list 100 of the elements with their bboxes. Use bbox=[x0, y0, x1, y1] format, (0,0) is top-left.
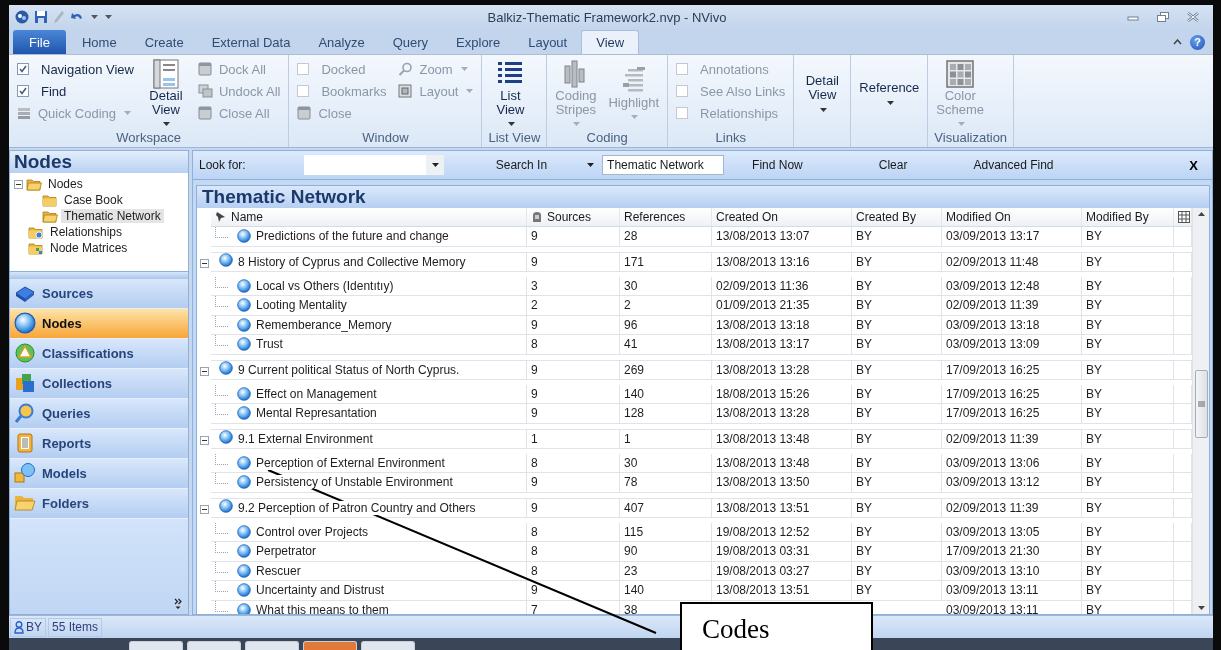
search-in-field[interactable]: Thematic Network bbox=[602, 155, 725, 175]
collapse-icon[interactable] bbox=[200, 504, 209, 514]
collapse-ribbon-icon[interactable] bbox=[1173, 39, 1182, 45]
node-icon bbox=[237, 524, 251, 539]
scrollbar[interactable] bbox=[1192, 208, 1209, 614]
scrollbar-thumb[interactable] bbox=[1194, 370, 1208, 438]
group-label: Window bbox=[361, 130, 410, 147]
ribbon-tab[interactable]: Query bbox=[378, 30, 443, 54]
table-cell[interactable]: Local vs Others (Identıtıy) bbox=[211, 276, 527, 296]
table-cell: 140 bbox=[620, 581, 712, 601]
check-option[interactable]: Navigation View bbox=[15, 58, 136, 80]
column-header[interactable]: References bbox=[620, 208, 712, 226]
close-icon[interactable] bbox=[1187, 12, 1199, 22]
tree-item[interactable]: Relationships bbox=[47, 225, 126, 239]
nav-button[interactable]: Sources bbox=[10, 278, 188, 309]
table-cell[interactable]: Perpetrator bbox=[211, 542, 527, 562]
tree-item[interactable]: Case Book bbox=[61, 193, 126, 207]
table-cell: BY bbox=[852, 384, 942, 404]
ribbon-button[interactable]: Detail View bbox=[800, 72, 845, 116]
column-header[interactable]: Created By bbox=[852, 208, 942, 226]
splitter[interactable] bbox=[10, 270, 188, 279]
table-cell: 171 bbox=[620, 251, 712, 272]
node-icon bbox=[237, 583, 251, 598]
nav-button[interactable]: Collections bbox=[10, 368, 188, 399]
app-icon[interactable] bbox=[15, 10, 29, 24]
find-bar-button[interactable]: Clear bbox=[874, 155, 912, 175]
caret-icon bbox=[432, 163, 440, 167]
table-cell[interactable]: Rescuer bbox=[211, 561, 527, 581]
table-cell: 02/09/2013 11:48 bbox=[942, 251, 1082, 272]
ribbon-tab[interactable]: External Data bbox=[197, 30, 305, 54]
node-icon bbox=[237, 544, 251, 559]
tree-item[interactable]: Thematic Network bbox=[61, 209, 164, 223]
table-cell: BY bbox=[1082, 359, 1174, 380]
column-header[interactable]: Sources bbox=[527, 208, 620, 226]
caret-icon bbox=[124, 111, 132, 115]
ribbon-button[interactable]: Reference bbox=[857, 79, 922, 109]
ribbon-tab[interactable]: File bbox=[13, 30, 66, 54]
ribbon-tab[interactable]: Create bbox=[130, 30, 198, 54]
magnifier-icon bbox=[14, 402, 36, 424]
nav-button[interactable]: Reports bbox=[10, 428, 188, 459]
collapse-icon[interactable] bbox=[200, 435, 209, 445]
table-cell[interactable]: Predictions of the future and change bbox=[211, 227, 527, 247]
ribbon-tab[interactable]: Explore bbox=[442, 30, 515, 54]
grid-icon bbox=[945, 59, 976, 89]
table-cell: 13/08/2013 13:28 bbox=[712, 359, 852, 380]
tree-item[interactable]: Nodes bbox=[45, 177, 86, 191]
check-option[interactable]: Find bbox=[15, 80, 136, 102]
table-cell[interactable]: Mental Represantation bbox=[211, 404, 527, 424]
search-in-button[interactable]: Search In bbox=[491, 155, 599, 175]
tree-item[interactable]: Node Matrices bbox=[47, 241, 131, 255]
column-header[interactable]: Created On bbox=[712, 208, 852, 226]
taskbar-button[interactable] bbox=[303, 641, 357, 650]
ribbon-button[interactable]: List View bbox=[488, 57, 533, 131]
nav-button[interactable]: Nodes bbox=[10, 308, 188, 339]
node-icon bbox=[237, 602, 251, 614]
look-for-field[interactable] bbox=[303, 155, 444, 175]
table-cell[interactable]: Rememberance_Memory bbox=[211, 315, 527, 335]
ribbon-tab[interactable]: Layout bbox=[514, 30, 582, 54]
caret-icon bbox=[507, 122, 515, 127]
table-cell: 78 bbox=[620, 473, 712, 493]
collapse-icon[interactable] bbox=[200, 366, 209, 376]
collapse-icon[interactable] bbox=[200, 258, 209, 268]
table-cell: BY bbox=[1082, 251, 1174, 272]
checkbox[interactable] bbox=[17, 63, 29, 75]
nav-button[interactable]: Classifications bbox=[10, 338, 188, 369]
close-find-button[interactable]: X bbox=[1183, 156, 1204, 174]
restore-icon[interactable] bbox=[1157, 12, 1169, 22]
table-cell[interactable]: Uncertainty and Distrust bbox=[211, 581, 527, 601]
find-bar-button[interactable]: Advanced Find bbox=[969, 155, 1058, 175]
collapse-icon[interactable] bbox=[14, 179, 23, 189]
node-icon bbox=[219, 499, 233, 513]
table-cell: 1 bbox=[620, 428, 712, 449]
table-cell[interactable]: Trust bbox=[211, 335, 527, 355]
table-cell[interactable]: Effect on Management bbox=[211, 384, 527, 404]
ribbon-tab[interactable]: Analyze bbox=[304, 30, 379, 54]
item-count: 55 Items bbox=[48, 617, 103, 637]
table-cell: 9 bbox=[527, 227, 620, 247]
table-cell[interactable]: Persistency of Unstable Environment bbox=[211, 473, 527, 493]
table-cell[interactable]: Control over Projects bbox=[211, 522, 527, 542]
table-cell: 03/09/2013 13:09 bbox=[942, 335, 1082, 355]
table-cell: 03/09/2013 13:12 bbox=[942, 473, 1082, 493]
nav-button[interactable]: Queries bbox=[10, 398, 188, 429]
ribbon-tab[interactable]: Home bbox=[67, 30, 131, 54]
nav-button[interactable]: Folders bbox=[10, 488, 188, 519]
node-icon bbox=[219, 430, 233, 444]
caret-icon bbox=[573, 122, 581, 127]
nav-button[interactable]: Models bbox=[10, 458, 188, 489]
node-icon bbox=[237, 406, 251, 421]
find-bar-button[interactable]: Find Now bbox=[748, 155, 807, 175]
table-cell[interactable]: Looting Mentality bbox=[211, 296, 527, 316]
checkbox[interactable] bbox=[17, 85, 29, 97]
overflow-icon[interactable] bbox=[174, 598, 182, 610]
save-icon[interactable] bbox=[34, 10, 48, 24]
ribbon-tab[interactable]: View bbox=[581, 30, 640, 54]
column-header[interactable]: Modified On bbox=[942, 208, 1082, 226]
column-header[interactable]: Modified By bbox=[1082, 208, 1174, 226]
table-cell[interactable]: Perception of External Environment bbox=[211, 453, 527, 473]
find-label: Look for: bbox=[199, 158, 246, 172]
column-header[interactable]: Name bbox=[211, 208, 527, 226]
ribbon-button[interactable]: Detail View bbox=[144, 57, 188, 131]
